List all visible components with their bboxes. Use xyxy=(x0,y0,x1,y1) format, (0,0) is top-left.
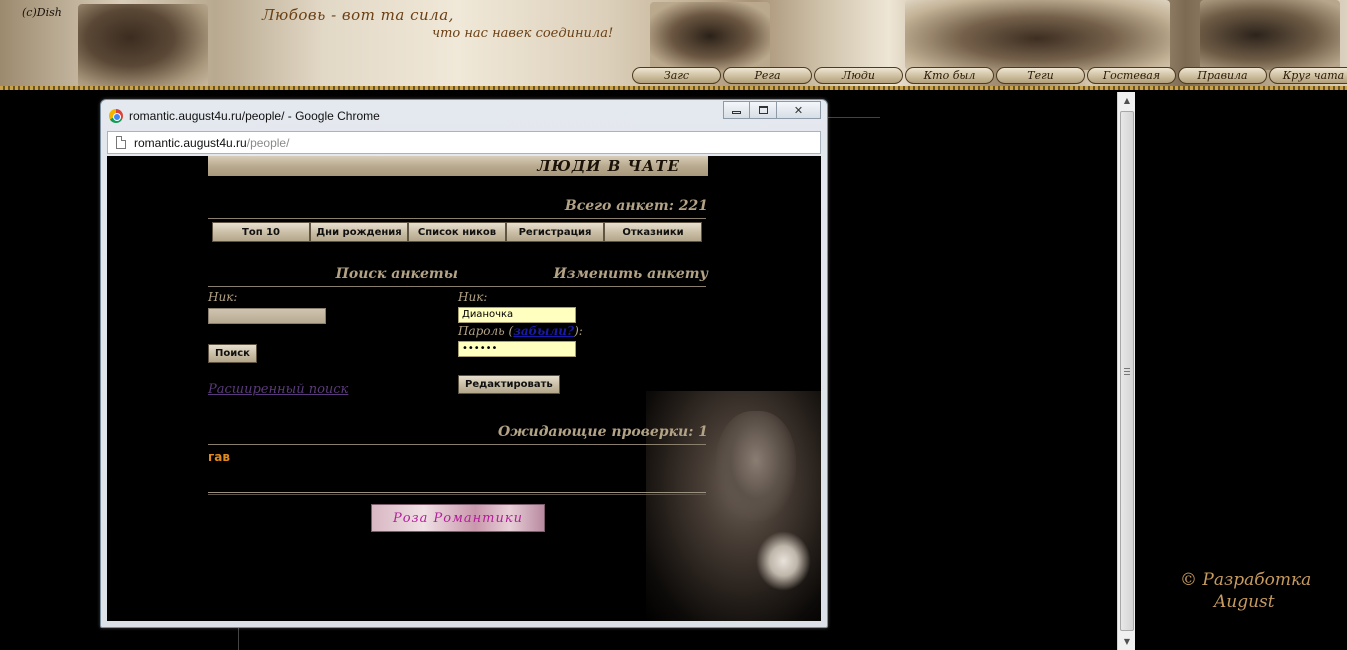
close-icon: ✕ xyxy=(793,103,804,117)
site-header-banner: (c)Dish Любовь - вот та сила, что нас на… xyxy=(0,0,1347,88)
minimize-icon xyxy=(732,111,741,114)
pending-user-link[interactable]: гав xyxy=(208,450,230,464)
nav-tab-guestbook[interactable]: Гостевая xyxy=(1087,67,1176,84)
page-title: ЛЮДИ В ЧАТЕ xyxy=(208,156,708,176)
grip-icon xyxy=(1124,367,1130,375)
popup-page-viewport: ЛЮДИ В ЧАТЕ Всего анкет: 221 Топ 10 Дни … xyxy=(107,156,821,621)
password-label-prefix: Пароль ( xyxy=(458,324,514,338)
divider xyxy=(208,218,706,219)
advanced-search-link[interactable]: Расширенный поиск xyxy=(208,382,348,397)
close-button[interactable]: ✕ xyxy=(777,101,821,119)
couple-photo-kiss xyxy=(905,0,1170,70)
minimize-button[interactable] xyxy=(723,101,750,119)
scroll-up-arrow-icon[interactable]: ▲ xyxy=(1118,92,1136,109)
tab-refusers[interactable]: Отказники xyxy=(604,222,702,242)
rose-romance-banner[interactable]: Роза Романтики xyxy=(371,504,545,532)
password-input[interactable]: •••••• xyxy=(458,341,576,357)
banner-divider xyxy=(0,86,1347,90)
site-nav: Загс Рега Люди Кто был Теги Гостевая Пра… xyxy=(632,67,1347,85)
people-tabs: Топ 10 Дни рождения Список ников Регистр… xyxy=(212,222,702,242)
nav-tab-who-was[interactable]: Кто был xyxy=(905,67,994,84)
divider xyxy=(458,286,706,287)
credit-line2: August xyxy=(1214,592,1275,612)
tab-top10[interactable]: Топ 10 xyxy=(212,222,310,242)
screen: (c)Dish Любовь - вот та сила, что нас на… xyxy=(0,0,1347,650)
search-heading: Поиск анкеты xyxy=(335,266,458,282)
edit-nick-label: Ник: xyxy=(458,290,488,304)
divider xyxy=(208,444,706,445)
maximize-button[interactable] xyxy=(750,101,777,119)
edit-heading: Изменить анкету xyxy=(553,266,708,282)
deco-line xyxy=(828,117,880,118)
couple-photo-embrace xyxy=(1200,0,1340,70)
nav-tab-zags[interactable]: Загс xyxy=(632,67,721,84)
page-scrollbar[interactable]: ▲ ▼ xyxy=(1117,92,1135,650)
total-profiles: Всего анкет: 221 xyxy=(564,198,708,214)
nav-tab-rules[interactable]: Правила xyxy=(1178,67,1267,84)
popup-browser-window: romantic.august4u.ru/people/ - Google Ch… xyxy=(100,99,828,628)
maximize-icon xyxy=(758,106,768,114)
password-label-suffix: ): xyxy=(574,324,583,338)
window-controls: ✕ xyxy=(723,101,821,119)
forgot-password-link[interactable]: забыли? xyxy=(513,324,574,338)
credit-line1: © Разработка xyxy=(1180,570,1312,590)
divider xyxy=(208,286,458,287)
chrome-icon xyxy=(109,109,123,123)
scrollbar-thumb[interactable] xyxy=(1120,111,1134,631)
password-label: Пароль (забыли?): xyxy=(458,324,583,338)
search-nick-input[interactable] xyxy=(208,308,326,324)
page-icon xyxy=(116,136,126,149)
search-button[interactable]: Поиск xyxy=(208,344,257,363)
banner-slogan-line2: что нас навек соединила! xyxy=(432,26,614,41)
banner-signature: (c)Dish xyxy=(22,6,62,19)
tab-birthdays[interactable]: Дни рождения xyxy=(310,222,408,242)
scroll-down-arrow-icon[interactable]: ▼ xyxy=(1118,633,1136,650)
tab-nick-list[interactable]: Список ников xyxy=(408,222,506,242)
address-path: /people/ xyxy=(246,135,290,150)
tab-registration[interactable]: Регистрация xyxy=(506,222,604,242)
address-bar[interactable]: romantic.august4u.ru/people/ xyxy=(107,131,821,154)
nav-tab-tags[interactable]: Теги xyxy=(996,67,1085,84)
couple-photo-portrait xyxy=(650,2,770,70)
nav-tab-chat-circle[interactable]: Круг чата xyxy=(1269,67,1347,84)
edit-button[interactable]: Редактировать xyxy=(458,375,560,394)
developer-credit: © Разработка August xyxy=(1180,569,1330,613)
edit-nick-input[interactable]: Дианочка xyxy=(458,307,576,323)
double-divider xyxy=(208,492,706,495)
window-title: romantic.august4u.ru/people/ - Google Ch… xyxy=(129,109,380,123)
window-titlebar: romantic.august4u.ru/people/ - Google Ch… xyxy=(109,107,380,125)
search-nick-label: Ник: xyxy=(208,290,238,304)
banner-slogan-line1: Любовь - вот та сила, xyxy=(262,6,454,24)
pending-review-heading: Ожидающие проверки: 1 xyxy=(498,424,708,440)
couple-photo-umbrella xyxy=(78,4,208,88)
nav-tab-rega[interactable]: Рега xyxy=(723,67,812,84)
address-host: romantic.august4u.ru xyxy=(134,135,247,150)
deco-line xyxy=(238,628,239,650)
nav-tab-people[interactable]: Люди xyxy=(814,67,903,84)
